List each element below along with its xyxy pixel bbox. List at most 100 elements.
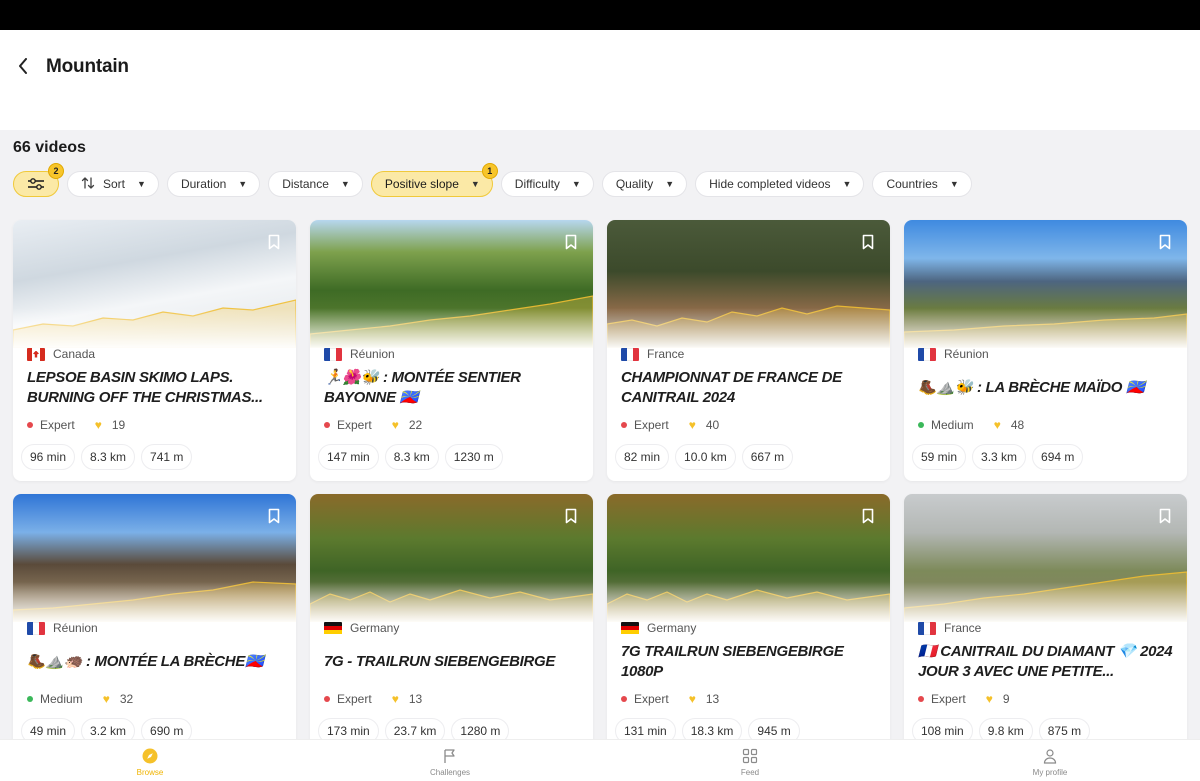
filter-chip-positive-slope[interactable]: Positive slope ▼ 1 bbox=[370, 163, 498, 197]
nav-item-browse[interactable]: Browse bbox=[0, 740, 300, 781]
video-thumbnail[interactable] bbox=[904, 494, 1187, 622]
difficulty-row: Medium ♥ 48 bbox=[918, 418, 1024, 432]
filter-active-badge: 1 bbox=[481, 163, 498, 179]
france-flag-icon bbox=[918, 621, 936, 635]
video-card[interactable]: Réunion 🥾⛰️🦔 : MONTÉE LA BRÈCHE🇷🇪 Medium ♥ 3… bbox=[13, 494, 296, 755]
bookmark-icon[interactable] bbox=[862, 234, 874, 250]
video-card[interactable]: Germany 7G TRAILRUN SIEBENGEBIRGE 1080P Ex… bbox=[607, 494, 890, 755]
bookmark-icon[interactable] bbox=[565, 508, 577, 524]
video-title: CHAMPIONNAT DE FRANCE DE CANITRAIL 2024 bbox=[621, 369, 842, 406]
grid-icon bbox=[741, 747, 759, 765]
flag-icon bbox=[441, 747, 459, 765]
difficulty-row: Expert ♥ 40 bbox=[621, 418, 719, 432]
heart-icon: ♥ bbox=[94, 418, 102, 432]
france-flag-icon bbox=[918, 347, 936, 361]
france-flag-icon bbox=[621, 347, 639, 361]
video-thumbnail[interactable] bbox=[607, 494, 890, 622]
user-icon bbox=[1041, 747, 1059, 765]
video-thumbnail[interactable] bbox=[13, 220, 296, 348]
nav-item-challenges[interactable]: Challenges bbox=[300, 740, 600, 781]
filter-chip-countries[interactable]: Countries ▼ bbox=[872, 171, 972, 197]
difficulty-dot bbox=[324, 422, 330, 428]
video-title: LEPSOE BASIN SKIMO LAPS. BURNING OFF THE… bbox=[27, 369, 263, 406]
thumbnail-fade bbox=[310, 582, 593, 622]
difficulty-dot bbox=[918, 422, 924, 428]
bookmark-icon[interactable] bbox=[565, 234, 577, 250]
nav-item-my-profile[interactable]: My profile bbox=[900, 740, 1200, 781]
elevation-pill: 1230 m bbox=[444, 444, 503, 470]
thumbnail-fade bbox=[904, 582, 1187, 622]
bookmark-icon[interactable] bbox=[1159, 508, 1171, 524]
video-count: 66 videos bbox=[13, 139, 86, 156]
filter-chip-distance[interactable]: Distance ▼ bbox=[268, 171, 363, 197]
video-card[interactable]: Germany 7G - TRAILRUN SIEBENGEBIRGE Expert… bbox=[310, 494, 593, 755]
distance-pill: 8.3 km bbox=[81, 444, 136, 470]
chevron-left-icon bbox=[19, 58, 27, 74]
video-title: 7G TRAILRUN SIEBENGEBIRGE 1080P bbox=[621, 643, 844, 680]
video-stats: 82 min 10.0 km 667 m bbox=[615, 444, 794, 470]
status-bar bbox=[0, 0, 1200, 30]
video-thumbnail[interactable] bbox=[310, 494, 593, 622]
filter-chip-label: Countries bbox=[886, 177, 938, 191]
difficulty-row: Expert ♥ 9 bbox=[918, 692, 1010, 706]
video-thumbnail[interactable] bbox=[607, 220, 890, 348]
difficulty-label: Expert bbox=[40, 418, 75, 432]
heart-icon: ♥ bbox=[391, 692, 399, 706]
country-row: Réunion bbox=[918, 347, 989, 361]
difficulty-label: Expert bbox=[337, 692, 372, 706]
heart-icon: ♥ bbox=[688, 418, 696, 432]
germany-flag-icon bbox=[621, 621, 639, 635]
video-card[interactable]: Réunion 🏃🌺🐝 : MONTÉE SENTIER BAYONNE 🇷🇪 Ex… bbox=[310, 220, 593, 481]
difficulty-dot bbox=[621, 696, 627, 702]
heart-icon: ♥ bbox=[102, 692, 110, 706]
thumbnail-fade bbox=[13, 308, 296, 348]
heart-icon: ♥ bbox=[688, 692, 696, 706]
likes-count: 13 bbox=[705, 692, 720, 706]
nav-label: Challenges bbox=[429, 768, 471, 777]
filter-chip-sort[interactable]: Sort ▼ bbox=[67, 171, 159, 197]
video-thumbnail[interactable] bbox=[904, 220, 1187, 348]
thumbnail-fade bbox=[607, 308, 890, 348]
elevation-pill: 741 m bbox=[141, 444, 193, 470]
video-title: 🏃🌺🐝 : MONTÉE SENTIER BAYONNE 🇷🇪 bbox=[324, 369, 521, 406]
video-stats: 96 min 8.3 km 741 m bbox=[21, 444, 193, 470]
filter-chip-label: Distance bbox=[282, 177, 329, 191]
filter-chip-label: Duration bbox=[180, 177, 227, 191]
nav-item-feed[interactable]: Feed bbox=[600, 740, 900, 781]
thumbnail-fade bbox=[13, 582, 296, 622]
video-card[interactable]: France CHAMPIONNAT DE FRANCE DE CANITRAIL… bbox=[607, 220, 890, 481]
video-card[interactable]: Réunion 🥾⛰️🐝 : LA BRÈCHE MAÏDO 🇷🇪 Medium ♥ 4… bbox=[904, 220, 1187, 481]
filter-chip-hide-completed-videos[interactable]: Hide completed videos ▼ bbox=[695, 171, 865, 197]
country-row: Germany bbox=[324, 621, 399, 635]
filter-chip-quality[interactable]: Quality ▼ bbox=[601, 171, 688, 197]
filter-settings-button[interactable]: 2 bbox=[13, 163, 64, 197]
france-flag-icon bbox=[27, 621, 45, 635]
country-name: Canada bbox=[53, 347, 96, 361]
bookmark-icon[interactable] bbox=[862, 508, 874, 524]
video-card[interactable]: France 🇫🇷 CANITRAIL DU DIAMANT 💎 2024 JOU… bbox=[904, 494, 1187, 755]
likes-count: 32 bbox=[119, 692, 134, 706]
difficulty-row: Expert ♥ 19 bbox=[27, 418, 125, 432]
bookmark-icon[interactable] bbox=[268, 508, 280, 524]
back-button[interactable] bbox=[12, 54, 34, 78]
bookmark-icon[interactable] bbox=[268, 234, 280, 250]
filter-chip-duration[interactable]: Duration ▼ bbox=[166, 171, 261, 197]
header bbox=[0, 30, 1200, 130]
caret-down-icon: ▼ bbox=[340, 179, 350, 189]
nav-label: Browse bbox=[136, 768, 164, 777]
difficulty-row: Medium ♥ 32 bbox=[27, 692, 133, 706]
difficulty-row: Expert ♥ 13 bbox=[324, 692, 422, 706]
duration-pill: 59 min bbox=[912, 444, 967, 470]
difficulty-row: Expert ♥ 13 bbox=[621, 692, 719, 706]
video-thumbnail[interactable] bbox=[13, 494, 296, 622]
video-thumbnail[interactable] bbox=[310, 220, 593, 348]
filter-chip-difficulty[interactable]: Difficulty ▼ bbox=[500, 171, 594, 197]
likes-count: 48 bbox=[1010, 418, 1025, 432]
country-row: Canada bbox=[27, 347, 95, 361]
duration-pill: 96 min bbox=[21, 444, 76, 470]
distance-pill: 3.3 km bbox=[972, 444, 1027, 470]
bottom-nav: Browse Challenges Feed My profile bbox=[0, 739, 1200, 781]
bookmark-icon[interactable] bbox=[1159, 234, 1171, 250]
video-card[interactable]: Canada LEPSOE BASIN SKIMO LAPS. BURNING O… bbox=[13, 220, 296, 481]
country-row: Réunion bbox=[324, 347, 395, 361]
